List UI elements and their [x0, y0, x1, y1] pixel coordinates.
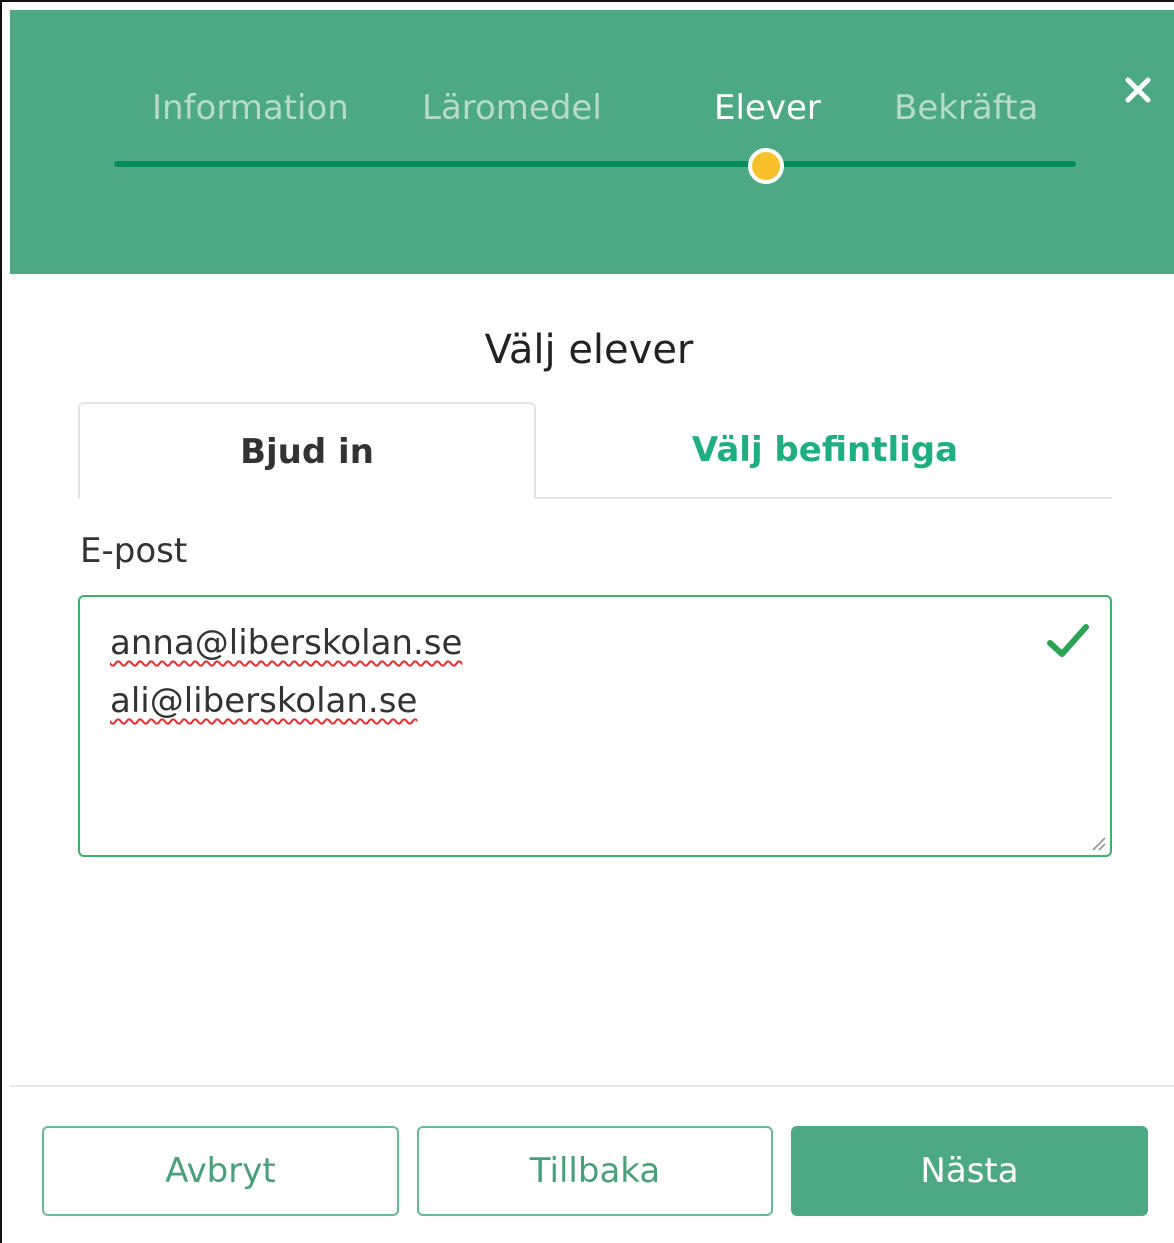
email-textarea[interactable]: anna@liberskolan.se ali@liberskolan.se: [78, 595, 1112, 857]
tab-valj-befintliga[interactable]: Välj befintliga: [538, 402, 1112, 497]
step-information[interactable]: Information: [152, 86, 349, 130]
step-bekrafta[interactable]: Bekräfta: [894, 86, 1038, 130]
progress-track: [114, 161, 1076, 167]
step-elever[interactable]: Elever: [714, 86, 821, 130]
email-line: anna@liberskolan.se: [110, 623, 463, 663]
cancel-button[interactable]: Avbryt: [42, 1126, 399, 1216]
tab-divider: [536, 497, 1112, 499]
tab-bjud-in[interactable]: Bjud in: [78, 402, 536, 499]
close-button[interactable]: [1114, 66, 1162, 114]
progress-marker: [748, 148, 784, 184]
back-button[interactable]: Tillbaka: [417, 1126, 773, 1216]
checkmark-icon: [1047, 624, 1089, 657]
create-class-dialog: Information Läromedel Elever Bekräfta Vä…: [0, 0, 1174, 1243]
page-title: Välj elever: [484, 327, 694, 373]
resize-handle-icon[interactable]: [1088, 833, 1106, 851]
next-button[interactable]: Nästa: [791, 1126, 1148, 1216]
email-label: E-post: [80, 531, 188, 571]
wizard-header: Information Läromedel Elever Bekräfta: [10, 10, 1174, 274]
close-icon: [1125, 77, 1151, 103]
step-laromedel[interactable]: Läromedel: [422, 86, 602, 130]
footer-divider: [10, 1085, 1174, 1087]
email-line: ali@liberskolan.se: [110, 681, 418, 721]
